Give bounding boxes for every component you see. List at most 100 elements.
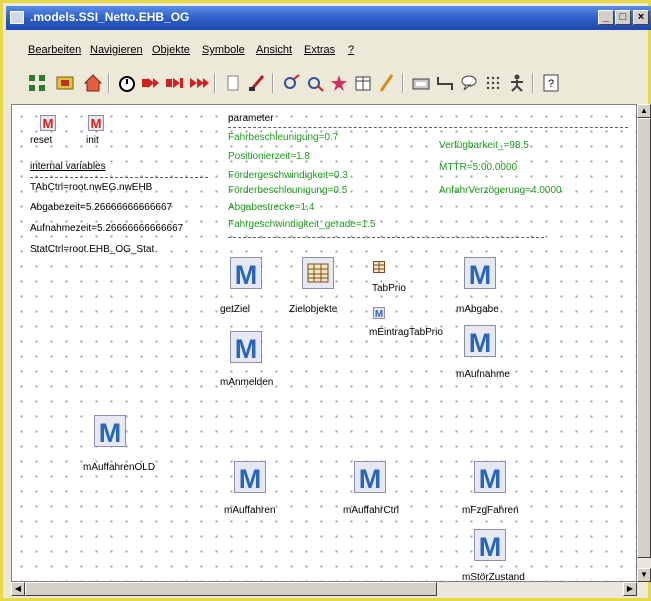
link-icon[interactable] [280,72,302,94]
scroll-up-button[interactable]: ▲ [637,104,651,118]
parameter-divider-bottom [228,237,544,238]
structure-icon[interactable] [26,72,48,94]
method-label: mEintragTabPrio [369,327,443,338]
parameter-header: parameter [228,113,274,124]
run-icon[interactable] [140,72,162,94]
method-icon-mabgabe[interactable]: M [464,257,496,289]
scroll-down-button[interactable]: ▼ [637,568,651,582]
svg-text:M: M [91,116,102,131]
svg-text:M: M [239,464,262,493]
method-label: mAbgabe [456,304,499,315]
svg-text:M: M [479,464,502,493]
table-icon-zielobjekte[interactable] [302,257,334,289]
method-icon-maufnahme[interactable]: M [464,325,496,357]
method-label: mStörZustand [462,572,525,582]
internal-variables-header: internal variables [30,161,106,172]
application-window: .models.SSI_Netto.EHB_OG _ □ × Bearbeite… [0,0,651,601]
parameter[interactable]: Abgabestrecke=1.4 [228,202,314,213]
menu-extras[interactable]: Extras [304,44,335,56]
internal-variable[interactable]: Abgabezeit=5.26666666666667 [30,202,172,213]
parameter[interactable]: Fahrbeschleunigung=0.7 [228,132,338,143]
svg-text:?: ? [548,78,554,90]
svg-text:M: M [469,260,492,289]
menu-ansicht[interactable]: Ansicht [256,44,292,56]
method-icon-reset[interactable]: M [40,115,56,131]
close-button[interactable]: × [633,10,649,25]
reset-label: reset [30,135,53,146]
scroll-left-button[interactable]: ◀ [11,582,25,596]
parameter[interactable]: Fahrgeschwindigkeit_gerade=1.5 [228,219,376,230]
model-canvas[interactable]: M reset M init internal variables TAbCtr… [11,104,637,582]
unlink-icon[interactable] [304,72,326,94]
method-label: mAuffahren [224,505,276,516]
table-icon-tabprio[interactable] [373,261,385,273]
method-label: mAuffahrCtrl [343,505,399,516]
grid-icon[interactable] [482,72,504,94]
menu-help[interactable]: ? [348,44,354,56]
parameter[interactable]: MTTR=5:00.0000 [439,162,517,173]
home-icon[interactable] [82,72,104,94]
scroll-right-button[interactable]: ▶ [623,582,637,596]
internal-variables-divider [30,177,208,178]
fast-forward-icon[interactable] [188,72,210,94]
toolbar: ? [6,67,651,99]
method-icon-mauffahren[interactable]: M [234,461,266,493]
menu-navigieren[interactable]: Navigieren [90,44,143,56]
init-label: init [86,135,99,146]
method-icon-getziel[interactable]: M [230,257,262,289]
star-icon[interactable] [328,72,350,94]
connector-icon[interactable] [434,72,456,94]
method-icon-mauffahrctrl[interactable]: M [354,461,386,493]
copy-icon[interactable] [222,72,244,94]
internal-variable[interactable]: TAbCtrl=root.nwEG.nwEHB [30,182,152,193]
internal-variable[interactable]: Aufnahmezeit=5.26666666666667 [30,223,183,234]
svg-text:M: M [375,309,383,319]
horizontal-scrollbar[interactable]: ◀ ▶ [11,582,637,597]
window-icon[interactable] [10,11,24,24]
parameter[interactable]: Fördergeschwindigkeit=0.3 [228,170,348,181]
method-icon-mfzgfahren[interactable]: M [474,461,506,493]
maximize-button[interactable]: □ [615,10,631,25]
minimize-button[interactable]: _ [598,10,614,25]
method-icon-init[interactable]: M [88,115,104,131]
menu-objekte[interactable]: Objekte [152,44,190,56]
pencil-icon[interactable] [376,72,398,94]
scroll-thumb-vertical[interactable] [637,118,651,558]
step-icon[interactable] [164,72,186,94]
open-icon[interactable] [54,72,76,94]
svg-text:M: M [235,334,258,363]
scroll-thumb-horizontal[interactable] [25,582,437,596]
method-icon-manmelden[interactable]: M [230,331,262,363]
figure-icon[interactable] [506,72,528,94]
method-label: getZiel [220,304,251,315]
parameter[interactable]: Verfügbarkeit_=98.5 [439,140,529,151]
method-icon-mauffahrenold[interactable]: M [94,415,126,447]
balloon-icon[interactable] [458,72,480,94]
vertical-scrollbar[interactable]: ▲ ▼ [637,104,651,582]
parameter[interactable]: Förderbeschleunigung=0.5 [228,185,347,196]
method-label: mAufnahme [456,369,510,380]
svg-text:M: M [359,464,382,493]
toolbar-separator [532,73,534,93]
method-label: mAuffahrenOLD [83,462,156,473]
edit-icon[interactable] [246,72,268,94]
method-icon-meintragtabprio[interactable]: M [373,307,385,319]
menu-bar: Bearbeiten Navigieren Objekte Symbole An… [6,40,651,62]
timer-icon[interactable] [116,72,138,94]
toolbar-separator [402,73,404,93]
method-label: mAnmelden [220,377,274,388]
svg-text:M: M [99,418,122,447]
internal-variable[interactable]: StatCtrl=root.EHB_OG_Stat [30,244,154,255]
menu-bearbeiten[interactable]: Bearbeiten [28,44,81,56]
parameter[interactable]: AnfahrVerzögerung=4.0000 [439,185,562,196]
help-icon[interactable]: ? [540,72,562,94]
toolbar-separator [214,73,216,93]
menu-symbole[interactable]: Symbole [202,44,245,56]
view-icon[interactable] [410,72,432,94]
title-bar[interactable]: .models.SSI_Netto.EHB_OG _ □ × [6,6,651,30]
method-icon-mstoerzustand[interactable]: M [474,529,506,561]
parameter[interactable]: Positionierzeit=1.8 [228,151,310,162]
table-icon[interactable] [352,72,374,94]
svg-text:M: M [469,328,492,357]
svg-text:M: M [43,116,54,131]
